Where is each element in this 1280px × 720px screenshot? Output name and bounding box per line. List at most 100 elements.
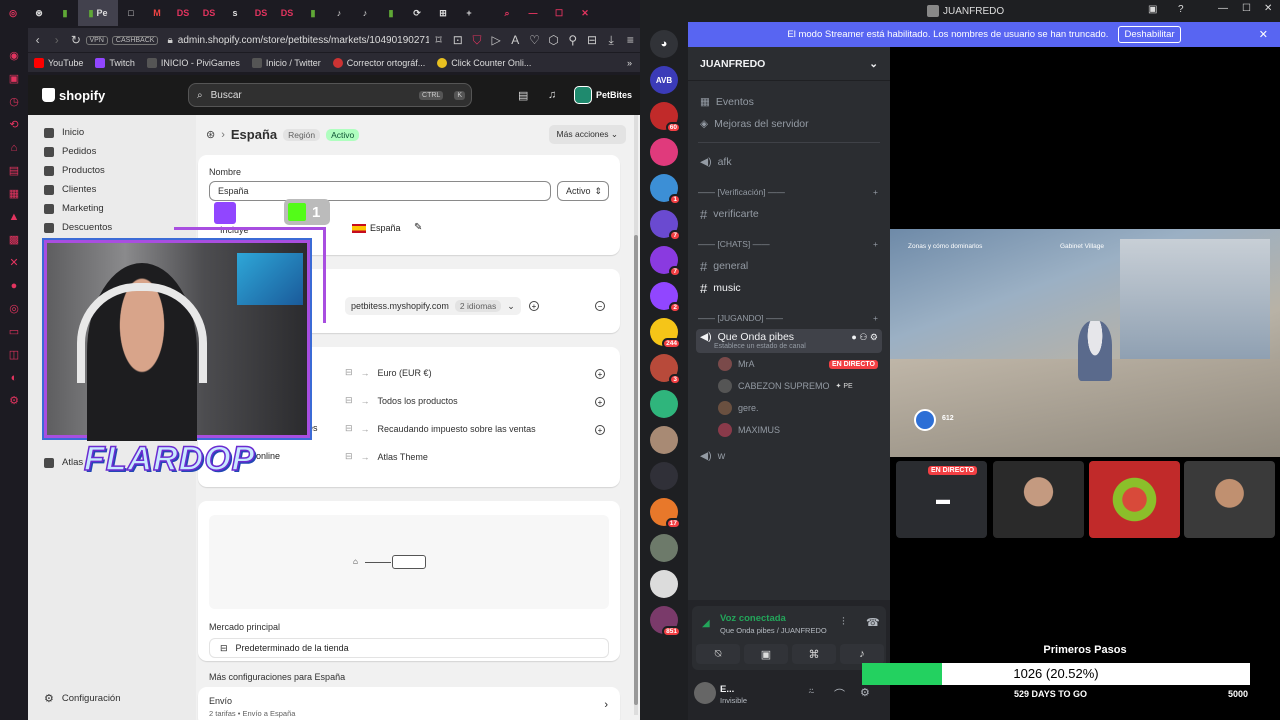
server-gray[interactable] [650, 534, 678, 562]
sidebar-music-icon[interactable]: ◎ [0, 297, 28, 320]
nav-pedidos[interactable]: Pedidos [28, 142, 196, 161]
screenshare-button[interactable]: ▣ [744, 644, 788, 664]
category-jugando[interactable]: —— [JUGANDO] —— + [688, 307, 890, 329]
voice-user-cabezon[interactable]: CABEZON SUPREMO ✦ PE [688, 375, 890, 397]
sidebar-gaming-icon[interactable]: ▣ [0, 67, 28, 90]
server-mix[interactable]: 3 [650, 354, 681, 385]
camera-off-button[interactable]: ⍉ [696, 644, 740, 664]
sidebar-folder-icon[interactable]: ▭ [0, 320, 28, 343]
status-select[interactable]: Activo ⇕ [557, 181, 609, 201]
bookmark-twitch[interactable]: Twitch [95, 57, 135, 68]
notifications-icon[interactable]: ♫ [548, 89, 556, 101]
bookmark-icon[interactable]: ⌑ [429, 30, 448, 50]
back-icon[interactable]: ‹ [28, 30, 47, 50]
channel-afk[interactable]: ◀) afk [688, 151, 890, 173]
banner-close-icon[interactable]: ✕ [1259, 28, 1268, 41]
nav-atlas[interactable]: Atlas [28, 453, 83, 472]
add-channel-icon[interactable]: + [873, 187, 878, 197]
tab-ds-3[interactable]: DS [248, 0, 274, 26]
nav-descuentos[interactable]: Descuentos [28, 218, 196, 237]
cashback-badge[interactable]: CASHBACK [111, 35, 159, 45]
remove-domain-icon[interactable]: − [595, 301, 605, 311]
main-market-value[interactable]: ⊟ Predeterminado de la tienda [209, 638, 609, 658]
voice-connected-sub[interactable]: Que Onda pibes / JUANFREDO [720, 626, 827, 635]
vpn-badge[interactable]: VPN [85, 35, 108, 45]
server-avb[interactable]: AVB [650, 66, 678, 94]
heart-icon[interactable]: ♡ [525, 30, 544, 50]
tab-shopify-3-icon[interactable]: ▮ [378, 0, 404, 26]
activity-button[interactable]: ⌘ [792, 644, 836, 664]
stream-thumbnail-user-3[interactable] [1089, 461, 1180, 538]
add-currency-icon[interactable]: + [595, 369, 605, 379]
search-input[interactable]: ⌕ Buscar CTRL K [188, 83, 472, 107]
tab-github-icon[interactable]: ⊛ [26, 0, 52, 26]
sidebar-twitch-icon[interactable]: ▩ [0, 228, 28, 251]
play-icon[interactable]: ▷ [487, 30, 506, 50]
stream-thumbnail-live[interactable]: EN DIRECTO ▬ [896, 461, 987, 538]
settings-row-taxes[interactable]: ⊟ → Recaudando impuesto sobre las ventas [345, 423, 536, 434]
nav-clientes[interactable]: Clientes [28, 180, 196, 199]
tab-grid-icon[interactable]: ⊞ [430, 0, 456, 26]
settings-row-theme[interactable]: ⊟ → Atlas Theme [345, 451, 428, 462]
translate-icon[interactable]: A [506, 30, 525, 50]
name-field[interactable]: España [209, 181, 551, 201]
bookmark-corrector[interactable]: Corrector ortográf... [332, 57, 425, 68]
tab-tiktok-2-icon[interactable]: ♪ [352, 0, 378, 26]
sidebar-bag-icon[interactable]: ⌂ [0, 136, 28, 159]
tab-refresh-icon[interactable]: ⟳ [404, 0, 430, 26]
tab-s[interactable]: s [222, 0, 248, 26]
server-photo[interactable] [650, 426, 678, 454]
channel-verificarte[interactable]: # verificarte [688, 203, 890, 225]
bookmark-youtube[interactable]: YouTube [34, 57, 83, 68]
server-white[interactable] [650, 570, 678, 598]
user-settings-icon[interactable]: ⚙ [860, 686, 870, 699]
tab-ds-1[interactable]: DS [170, 0, 196, 26]
close-icon[interactable]: ✕ [1264, 3, 1272, 14]
shipping-card[interactable]: Envío 2 tarifas • Envío a España › [198, 687, 620, 720]
tab-shopify-icon[interactable]: ▮ [52, 0, 78, 26]
server-orange[interactable]: 17 [650, 498, 681, 529]
maximize-icon[interactable]: ☐ [1242, 3, 1251, 14]
sidebar-settings-icon[interactable]: ⚙ [0, 389, 28, 412]
voice-status[interactable]: Establece un estado de canal [700, 343, 878, 350]
settings-row-currency[interactable]: ⊟ → Euro (EUR €) [345, 367, 432, 378]
headphones-icon[interactable]: ⌒ [834, 686, 845, 702]
nav-productos[interactable]: Productos [28, 161, 196, 180]
inbox-icon[interactable]: ▤ [518, 89, 528, 102]
channel-eventos[interactable]: ▦ Eventos [688, 91, 890, 113]
tab-ds-2[interactable]: DS [196, 0, 222, 26]
server-violet[interactable]: 7 [650, 246, 681, 277]
game-stream[interactable]: Zonas y cómo dominarlos Gabinet Village … [890, 229, 1280, 457]
includes-country[interactable]: España [352, 223, 401, 233]
sidebar-star-icon[interactable]: ▲ [0, 205, 28, 228]
channel-boosts[interactable]: ◈ Mejoras del servidor [688, 113, 890, 135]
sidebar-person-icon[interactable]: ◐ [0, 366, 28, 389]
close-window-icon[interactable]: ✕ [572, 0, 598, 26]
add-domain-icon[interactable]: + [529, 301, 539, 311]
minimize-icon[interactable]: — [520, 0, 546, 26]
lock-2-icon[interactable]: ⊟ [582, 30, 601, 50]
tab-gmail-icon[interactable]: M [144, 0, 170, 26]
firefox-logo-icon[interactable]: ◎ [0, 0, 26, 26]
tab-shopify-2-icon[interactable]: ▮ [300, 0, 326, 26]
forward-icon[interactable]: › [47, 30, 66, 50]
tab-white-icon[interactable]: □ [118, 0, 144, 26]
settings-row-products[interactable]: ⊟ → Todos los productos [345, 395, 458, 406]
add-products-icon[interactable]: + [595, 397, 605, 407]
server-ball[interactable]: 1 [650, 174, 681, 205]
server-red[interactable]: 60 [650, 102, 681, 133]
bookmark-pivigames[interactable]: INICIO - PiviGames [146, 57, 240, 68]
sidebar-x-icon[interactable]: ✕ [0, 251, 28, 274]
user-name[interactable]: E... [720, 684, 734, 695]
voice-user-gere[interactable]: gere. [688, 397, 890, 419]
shopify-logo[interactable]: shopify [59, 88, 105, 103]
server-twitch[interactable]: 2 [650, 282, 681, 313]
download-icon[interactable]: ⤓ [602, 30, 621, 50]
channel-music[interactable]: # music [688, 277, 890, 299]
channel-w[interactable]: ◀) w [688, 445, 890, 467]
cube-icon[interactable]: ⬡ [544, 30, 563, 50]
sidebar-mail-icon[interactable]: ◫ [0, 343, 28, 366]
nav-configuracion[interactable]: ⚙ Configuración [28, 689, 121, 708]
server-dark[interactable] [650, 462, 678, 490]
voice-user-maximus[interactable]: MAXIMUS [688, 419, 890, 441]
